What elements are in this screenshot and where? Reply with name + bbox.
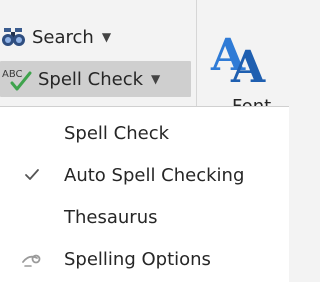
search-button[interactable]: Search ▼	[0, 22, 180, 52]
spell-check-dropdown-menu: Spell Check Auto Spell Checking Thesauru…	[0, 106, 289, 282]
svg-text:A: A	[230, 42, 266, 90]
menu-item-label: Spelling Options	[64, 248, 211, 270]
search-label: Search	[32, 26, 94, 48]
spell-icon-text: ABC	[2, 69, 23, 80]
menu-item-label: Spell Check	[64, 122, 170, 144]
chevron-down-icon: ▼	[151, 72, 161, 86]
check-icon	[20, 163, 44, 187]
menu-item-auto-spell-checking[interactable]: Auto Spell Checking	[0, 155, 289, 195]
menu-item-spell-check[interactable]: Spell Check	[0, 113, 289, 153]
spelling-options-icon	[20, 247, 44, 271]
menu-item-thesaurus[interactable]: Thesaurus	[0, 197, 289, 237]
spell-check-label: Spell Check	[38, 68, 144, 90]
chevron-down-icon: ▼	[101, 30, 112, 44]
menu-item-spelling-options[interactable]: Spelling Options	[0, 239, 289, 279]
spell-check-icon: ABC	[2, 65, 36, 93]
menu-item-label: Thesaurus	[64, 206, 158, 228]
font-icon[interactable]: A A	[209, 20, 269, 93]
menu-item-label: Auto Spell Checking	[64, 164, 245, 186]
spell-check-button[interactable]: ABC Spell Check ▼	[0, 61, 191, 97]
ribbon-group: Search ▼ ABC Spell Check ▼ A A Font	[0, 0, 289, 117]
group-separator	[196, 0, 197, 106]
binoculars-icon	[2, 26, 26, 48]
